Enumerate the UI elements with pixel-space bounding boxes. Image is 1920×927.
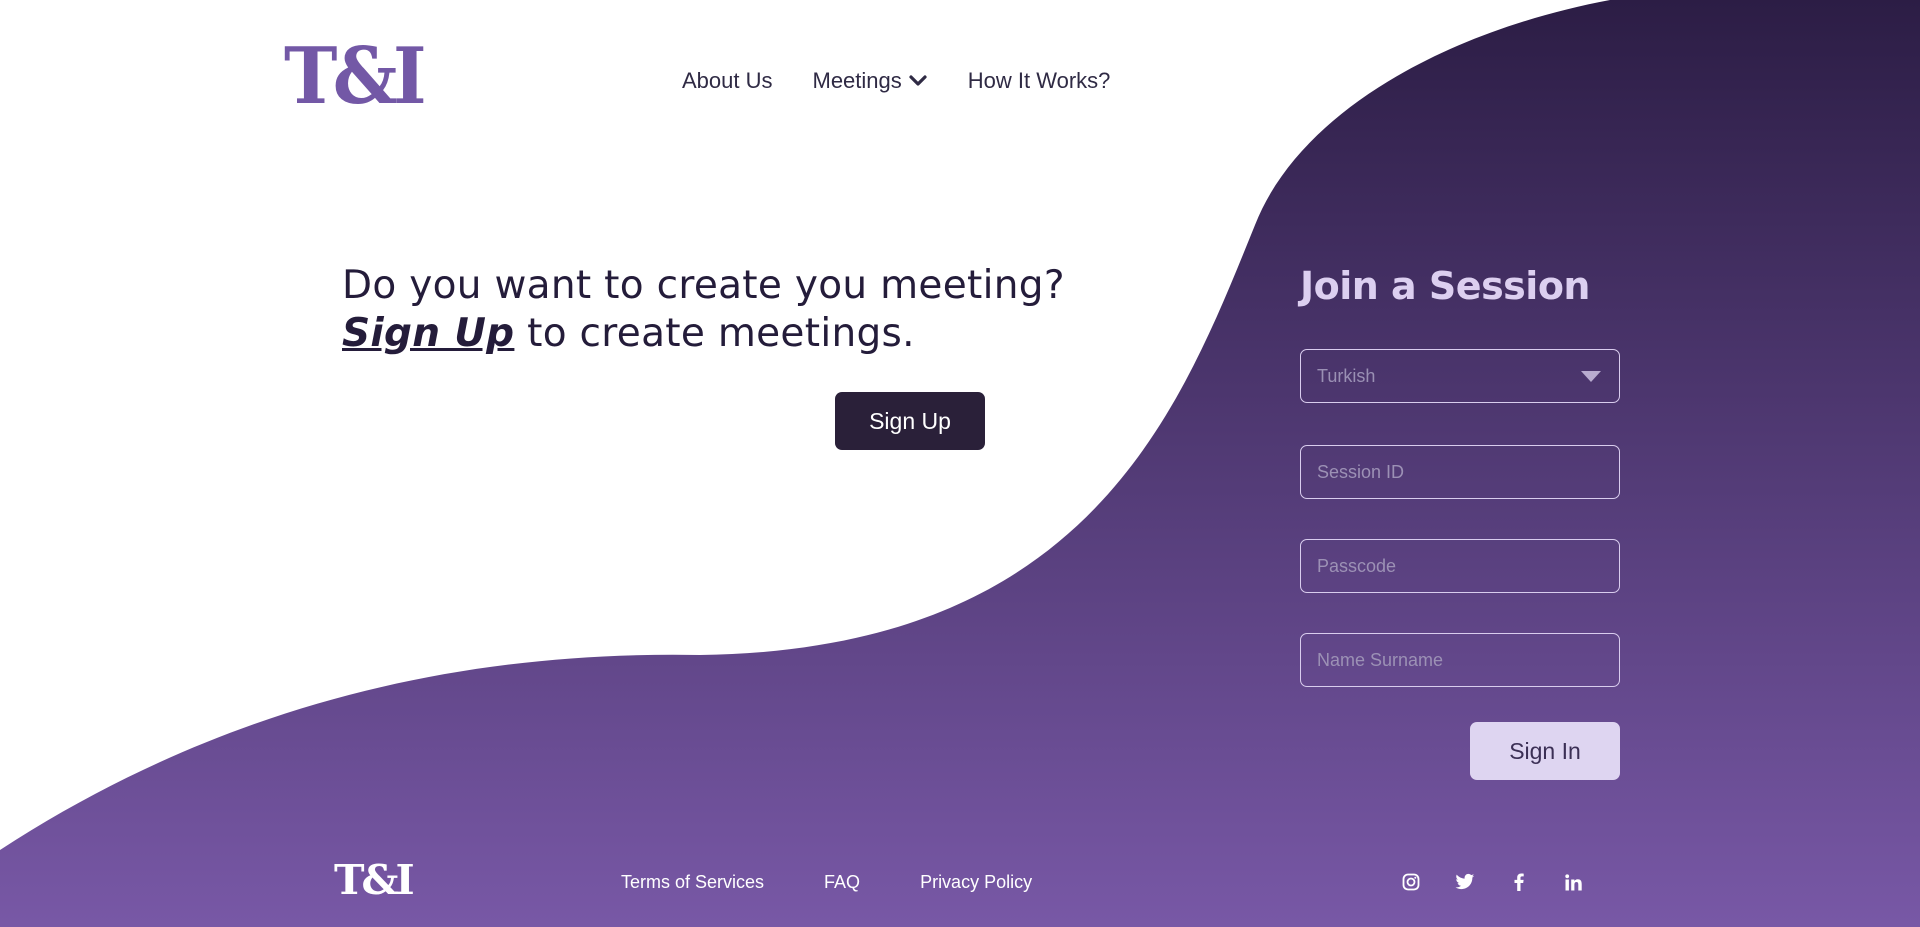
footer-link-terms[interactable]: Terms of Services <box>621 872 764 893</box>
twitter-icon[interactable] <box>1454 871 1476 893</box>
hero-signup-link[interactable]: Sign Up <box>342 311 514 356</box>
nav-about-us[interactable]: About Us <box>682 68 773 94</box>
signup-button[interactable]: Sign Up <box>835 392 985 450</box>
name-surname-input[interactable] <box>1300 633 1620 687</box>
signin-button[interactable]: Sign In <box>1470 722 1620 780</box>
footer-logo[interactable]: T&I <box>334 860 415 901</box>
nav-meetings-label: Meetings <box>812 68 902 93</box>
social-links <box>1400 871 1616 893</box>
nav-about-us-label: About Us <box>682 68 773 93</box>
hero-text: Do you want to create you meeting? Sign … <box>342 262 1102 358</box>
footer-links: Terms of Services FAQ Privacy Policy <box>621 872 1092 893</box>
nav-how-it-works-label: How It Works? <box>967 68 1111 93</box>
passcode-input[interactable] <box>1300 539 1620 593</box>
hero-question: Do you want to create you meeting? <box>342 263 1065 308</box>
language-select[interactable]: Turkish <box>1300 349 1620 403</box>
caret-down-icon <box>1581 370 1601 382</box>
hero-cta-line: Sign Up to create meetings. <box>342 310 1102 358</box>
main-nav: About Us Meetings How It Works? <box>682 68 1150 94</box>
footer-link-privacy[interactable]: Privacy Policy <box>920 872 1032 893</box>
language-select-value: Turkish <box>1317 365 1376 386</box>
instagram-icon[interactable] <box>1400 871 1422 893</box>
chevron-down-icon <box>909 75 927 86</box>
nav-how-it-works[interactable]: How It Works? <box>968 68 1111 94</box>
facebook-icon[interactable] <box>1508 871 1530 893</box>
background-wave <box>0 0 1920 927</box>
linkedin-icon[interactable] <box>1562 871 1584 893</box>
nav-meetings-dropdown[interactable]: Meetings <box>813 68 928 94</box>
brand-logo[interactable]: T&I <box>284 38 427 116</box>
join-session-title: Join a Session <box>1300 264 1591 308</box>
footer-link-faq[interactable]: FAQ <box>824 872 860 893</box>
session-id-input[interactable] <box>1300 445 1620 499</box>
hero-cta-rest: to create meetings. <box>514 311 915 356</box>
